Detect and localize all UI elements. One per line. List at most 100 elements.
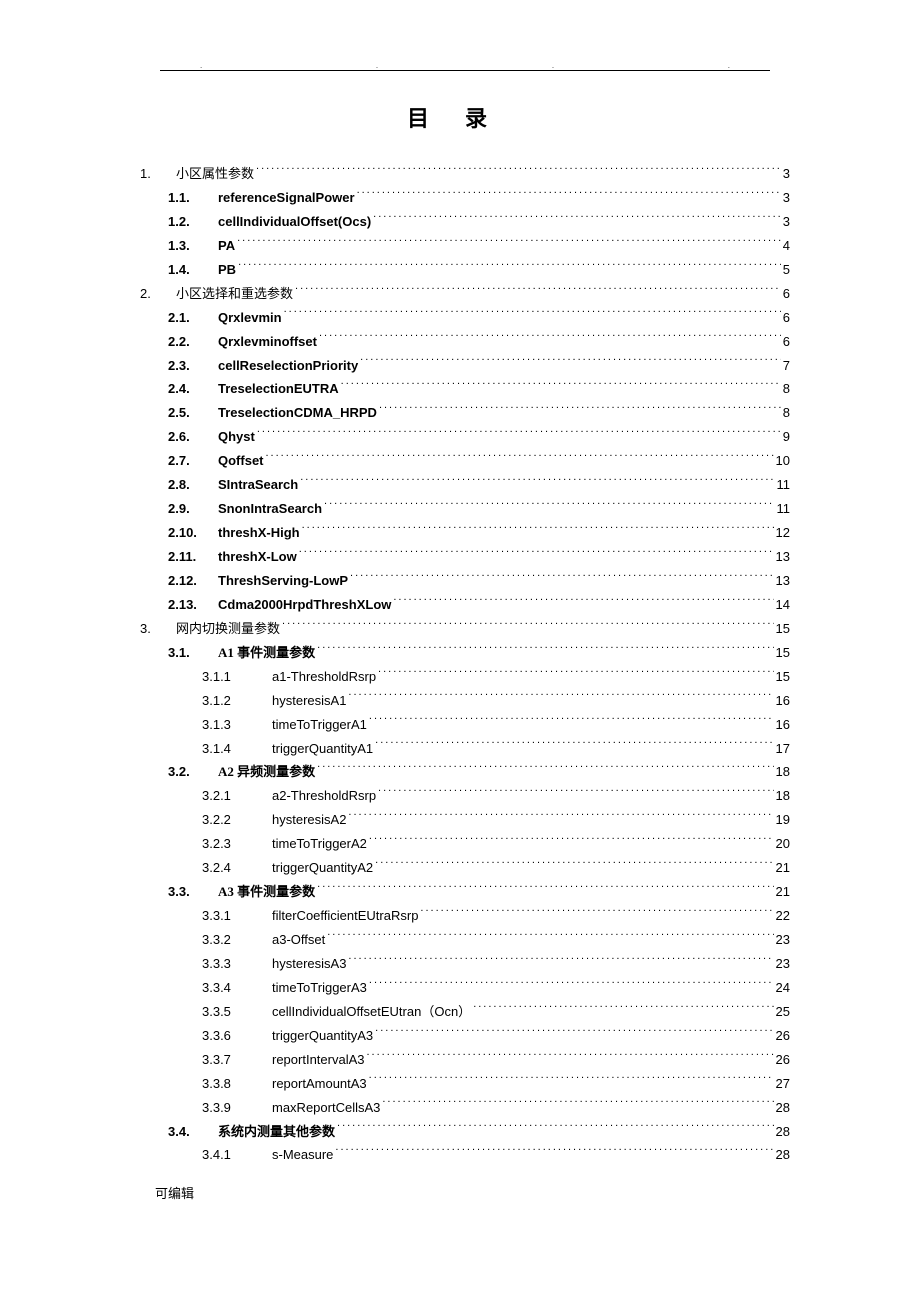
toc-label: s-Measure bbox=[272, 1144, 333, 1165]
toc-leader bbox=[393, 596, 773, 609]
toc-row[interactable]: 3.3.4timeToTriggerA324 bbox=[140, 977, 790, 998]
toc-page: 28 bbox=[776, 1144, 790, 1165]
toc-leader bbox=[238, 261, 781, 274]
toc-row[interactable]: 2.13.Cdma2000HrpdThreshXLow14 bbox=[140, 594, 790, 615]
toc-row[interactable]: 1.2.cellIndividualOffset(Ocs)3 bbox=[140, 211, 790, 232]
toc-number: 3.3.6 bbox=[140, 1025, 260, 1046]
toc-row[interactable]: 3.1.2hysteresisA116 bbox=[140, 690, 790, 711]
toc-leader bbox=[282, 620, 774, 633]
toc-row[interactable]: 2.7.Qoffset10 bbox=[140, 450, 790, 471]
toc-number: 3.2.3 bbox=[140, 833, 260, 854]
toc-row[interactable]: 1.1.referenceSignalPower3 bbox=[140, 187, 790, 208]
toc-row[interactable]: 3.网内切换测量参数15 bbox=[140, 618, 790, 639]
toc-leader bbox=[369, 835, 774, 848]
toc-page: 26 bbox=[776, 1025, 790, 1046]
toc-row[interactable]: 2.小区选择和重选参数6 bbox=[140, 283, 790, 304]
toc-number: 2.9. bbox=[140, 498, 210, 519]
toc-number: 2.3. bbox=[140, 355, 210, 376]
toc-number: 3.2. bbox=[140, 761, 210, 782]
toc-label: threshX-Low bbox=[218, 546, 297, 567]
toc-number: 1. bbox=[140, 163, 176, 184]
toc-page: 18 bbox=[776, 761, 790, 782]
toc-page: 11 bbox=[777, 474, 791, 495]
toc-row[interactable]: 2.8.SIntraSearch11 bbox=[140, 474, 790, 495]
toc-number: 3.1.1 bbox=[140, 666, 260, 687]
toc-page: 17 bbox=[776, 738, 790, 759]
toc-page: 21 bbox=[776, 881, 790, 902]
toc-leader bbox=[357, 189, 781, 202]
toc-number: 3.3.1 bbox=[140, 905, 260, 926]
toc-label: timeToTriggerA3 bbox=[272, 977, 367, 998]
toc-row[interactable]: 3.1.1a1-ThresholdRsrp15 bbox=[140, 666, 790, 687]
toc-row[interactable]: 2.6.Qhyst9 bbox=[140, 426, 790, 447]
toc-row[interactable]: 3.3.3hysteresisA323 bbox=[140, 953, 790, 974]
toc-label: A2 异频测量参数 bbox=[218, 761, 315, 782]
toc-leader bbox=[299, 548, 774, 561]
toc-row[interactable]: 2.1.Qrxlevmin6 bbox=[140, 307, 790, 328]
toc-label: hysteresisA1 bbox=[272, 690, 346, 711]
toc-row[interactable]: 2.9.SnonIntraSearch11 bbox=[140, 498, 790, 519]
toc-row[interactable]: 3.3.7reportIntervalA326 bbox=[140, 1049, 790, 1070]
toc-page: 3 bbox=[783, 187, 790, 208]
toc-number: 1.2. bbox=[140, 211, 210, 232]
toc-row[interactable]: 3.2.1a2-ThresholdRsrp18 bbox=[140, 785, 790, 806]
toc-row[interactable]: 2.2.Qrxlevminoffset6 bbox=[140, 331, 790, 352]
toc-page: 15 bbox=[776, 618, 790, 639]
toc-leader bbox=[367, 1051, 774, 1064]
toc-row[interactable]: 3.3.6triggerQuantityA326 bbox=[140, 1025, 790, 1046]
toc-page: 6 bbox=[783, 283, 790, 304]
toc-row[interactable]: 2.12.ThreshServing-LowP13 bbox=[140, 570, 790, 591]
toc-row[interactable]: 3.3.A3 事件测量参数21 bbox=[140, 881, 790, 902]
toc-label: 小区属性参数 bbox=[176, 163, 254, 184]
toc-label: cellIndividualOffsetEUtran（Ocn） bbox=[272, 1001, 471, 1022]
toc-page: 21 bbox=[776, 857, 790, 878]
toc-leader bbox=[295, 285, 781, 298]
toc-row[interactable]: 1.3.PA4 bbox=[140, 235, 790, 256]
toc-row[interactable]: 3.1.A1 事件测量参数15 bbox=[140, 642, 790, 663]
toc-label: cellIndividualOffset(Ocs) bbox=[218, 211, 371, 232]
toc-row[interactable]: 3.1.4triggerQuantityA117 bbox=[140, 738, 790, 759]
toc-label: Qrxlevmin bbox=[218, 307, 282, 328]
toc-row[interactable]: 3.2.3 timeToTriggerA2 20 bbox=[140, 833, 790, 854]
toc-label: timeToTriggerA2 bbox=[272, 833, 367, 854]
toc-leader bbox=[369, 716, 774, 729]
toc-label: 系统内测量其他参数 bbox=[218, 1121, 335, 1142]
toc-row[interactable]: 3.4.系统内测量其他参数28 bbox=[140, 1121, 790, 1142]
toc-row[interactable]: 1.4.PB5 bbox=[140, 259, 790, 280]
toc-row[interactable]: 2.11.threshX-Low13 bbox=[140, 546, 790, 567]
toc-page: 22 bbox=[776, 905, 790, 926]
toc-label: cellReselectionPriority bbox=[218, 355, 358, 376]
toc-row[interactable]: 2.5.TreselectionCDMA_HRPD8 bbox=[140, 402, 790, 423]
toc-row[interactable]: 3.3.1filterCoefficientEUtraRsrp22 bbox=[140, 905, 790, 926]
toc-page: 28 bbox=[776, 1097, 790, 1118]
toc-row[interactable]: 2.3.cellReselectionPriority7 bbox=[140, 355, 790, 376]
toc-page: 8 bbox=[783, 378, 790, 399]
toc-leader bbox=[382, 1099, 773, 1112]
toc-row[interactable]: 3.3.5cellIndividualOffsetEUtran（Ocn）25 bbox=[140, 1001, 790, 1022]
toc-row[interactable]: 2.4.TreselectionEUTRA8 bbox=[140, 378, 790, 399]
toc-row[interactable]: 3.3.9maxReportCellsA328 bbox=[140, 1097, 790, 1118]
header-marks: .... bbox=[160, 61, 770, 70]
toc-leader bbox=[375, 740, 773, 753]
toc-page: 20 bbox=[776, 833, 790, 854]
toc-row[interactable]: 3.3.2a3-Offset23 bbox=[140, 929, 790, 950]
toc-number: 3.2.1 bbox=[140, 785, 260, 806]
toc-leader bbox=[335, 1146, 773, 1159]
toc-leader bbox=[317, 763, 773, 776]
toc-page: 16 bbox=[776, 690, 790, 711]
toc-row[interactable]: 3.2.4triggerQuantityA221 bbox=[140, 857, 790, 878]
toc-row[interactable]: 3.1.3timeToTriggerA116 bbox=[140, 714, 790, 735]
toc-row[interactable]: 3.4.1s-Measure28 bbox=[140, 1144, 790, 1165]
toc-row[interactable]: 3.2. A2 异频测量参数 18 bbox=[140, 761, 790, 782]
toc-leader bbox=[300, 476, 774, 489]
toc-number: 1.4. bbox=[140, 259, 210, 280]
toc-number: 3.3.8 bbox=[140, 1073, 260, 1094]
toc-leader bbox=[348, 692, 773, 705]
toc-row[interactable]: 3.3.8reportAmountA327 bbox=[140, 1073, 790, 1094]
toc-label: PB bbox=[218, 259, 236, 280]
toc-row[interactable]: 2.10.threshX-High12 bbox=[140, 522, 790, 543]
toc-number: 2.4. bbox=[140, 378, 210, 399]
toc-row[interactable]: 3.2.2hysteresisA219 bbox=[140, 809, 790, 830]
toc-leader bbox=[369, 1075, 774, 1088]
toc-row[interactable]: 1.小区属性参数3 bbox=[140, 163, 790, 184]
